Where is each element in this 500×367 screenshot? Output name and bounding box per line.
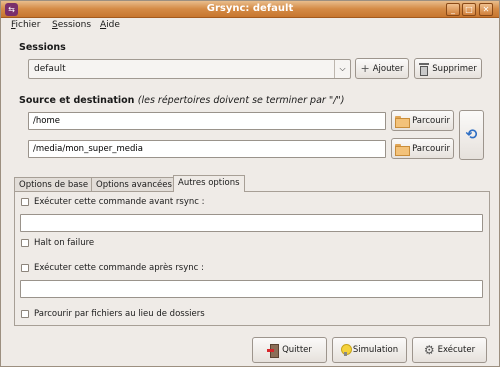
maximize-button[interactable]: □ [462, 3, 476, 16]
menu-sessions[interactable]: Sessions [52, 20, 91, 30]
before-command-field[interactable] [20, 214, 483, 232]
after-command-input[interactable] [21, 281, 482, 297]
session-select[interactable]: default ⌵ [28, 59, 351, 79]
source-dest-hint: (les répertoires doivent se terminer par… [137, 95, 345, 106]
browse-files-check-row[interactable]: Parcourir par fichiers au lieu de dossie… [21, 309, 205, 319]
after-command-field[interactable] [20, 280, 483, 298]
plus-icon: + [360, 62, 370, 75]
folder-icon [395, 143, 411, 156]
window-title: Grsync: default [206, 3, 294, 14]
before-command-label: Exécuter cette commande avant rsync : [34, 197, 205, 207]
after-command-checkbox[interactable] [21, 264, 29, 272]
sessions-heading: Sessions [19, 42, 66, 53]
menu-bar: Fichier Sessions Aide [1, 18, 499, 34]
tab-options-avancees[interactable]: Options avancées [91, 177, 177, 192]
browse-files-checkbox[interactable] [21, 310, 29, 318]
before-command-input[interactable] [21, 215, 482, 231]
close-button[interactable]: ✕ [479, 3, 493, 16]
halt-on-failure-label: Halt on failure [34, 238, 95, 248]
tab-options-de-base[interactable]: Options de base [14, 177, 94, 192]
delete-session-button[interactable]: Supprimer [414, 58, 482, 79]
before-command-check-row[interactable]: Exécuter cette commande avant rsync : [21, 197, 205, 207]
after-command-label: Exécuter cette commande après rsync : [34, 263, 204, 273]
browse-destination-button[interactable]: Parcourir [391, 138, 454, 159]
gears-icon: ⚙ [423, 343, 435, 357]
source-dest-heading: Source et destination (les répertoires d… [19, 95, 344, 106]
after-command-check-row[interactable]: Exécuter cette commande après rsync : [21, 263, 204, 273]
chevron-down-icon: ⌵ [334, 60, 350, 78]
tab-autres-options[interactable]: Autres options [173, 175, 245, 192]
session-select-value: default [34, 64, 66, 74]
title-bar: ⇆ Grsync: default _ □ ✕ [1, 1, 499, 18]
menu-aide[interactable]: Aide [100, 20, 120, 30]
source-input[interactable] [29, 113, 385, 129]
add-session-button[interactable]: + Ajouter [355, 58, 409, 79]
halt-on-failure-check-row[interactable]: Halt on failure [21, 238, 94, 248]
exit-door-icon [267, 344, 280, 358]
grsync-window: ⇆ Grsync: default _ □ ✕ Fichier Sessions… [0, 0, 500, 367]
source-dest-title: Source et destination [19, 95, 135, 106]
quit-button[interactable]: Quitter [252, 337, 327, 363]
browse-files-label: Parcourir par fichiers au lieu de dossie… [34, 309, 205, 319]
delete-session-label: Supprimer [432, 63, 477, 74]
destination-input[interactable] [29, 141, 385, 157]
add-session-label: Ajouter [372, 63, 404, 74]
before-command-checkbox[interactable] [21, 198, 29, 206]
minimize-button[interactable]: _ [446, 3, 460, 16]
simulation-label: Simulation [352, 345, 399, 355]
folder-icon [395, 115, 411, 128]
simulation-button[interactable]: Simulation [332, 337, 407, 363]
source-field[interactable] [28, 112, 386, 130]
browse-source-label: Parcourir [412, 115, 450, 126]
options-panel [14, 191, 490, 326]
lightbulb-icon [340, 344, 352, 356]
swap-source-destination-button[interactable]: ⟲ [459, 110, 484, 160]
halt-on-failure-checkbox[interactable] [21, 239, 29, 247]
menu-fichier[interactable]: Fichier [11, 20, 40, 30]
execute-button[interactable]: ⚙ Exécuter [412, 337, 487, 363]
browse-destination-label: Parcourir [412, 143, 450, 154]
trash-icon [419, 62, 430, 76]
execute-label: Exécuter [437, 345, 476, 355]
swap-arrows-icon: ⟲ [465, 127, 478, 143]
destination-field[interactable] [28, 140, 386, 158]
quit-label: Quitter [282, 345, 312, 355]
browse-source-button[interactable]: Parcourir [391, 110, 454, 131]
